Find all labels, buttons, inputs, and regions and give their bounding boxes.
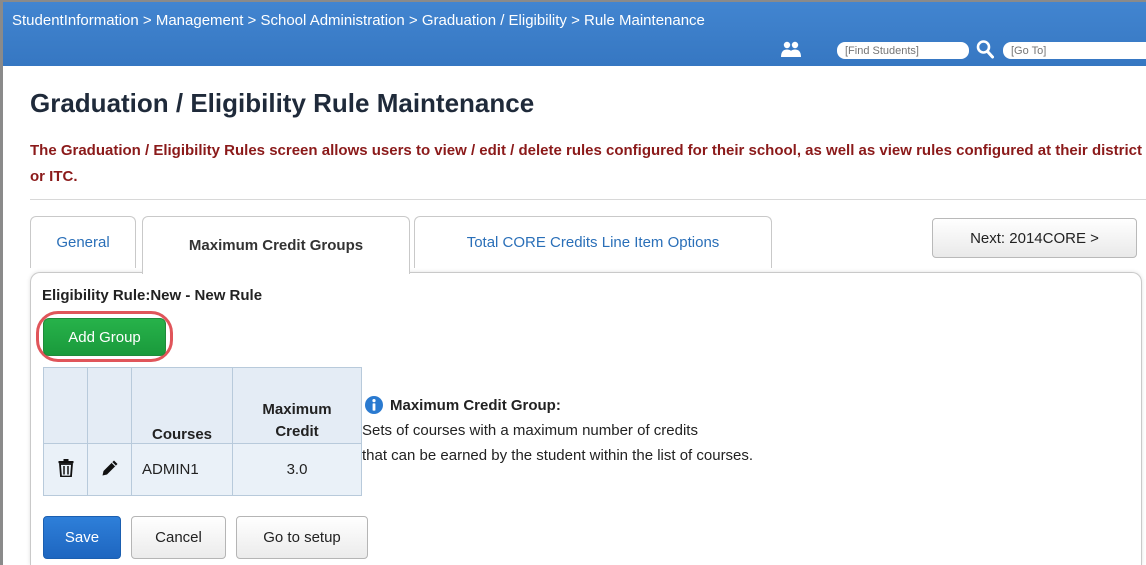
- save-button[interactable]: Save: [43, 516, 121, 559]
- table-header-row: Courses Maximum Credit: [43, 367, 362, 444]
- people-icon[interactable]: [781, 40, 801, 58]
- tab-general[interactable]: General: [30, 216, 136, 268]
- top-bar: StudentInformation > Management > School…: [3, 2, 1146, 66]
- info-title: Maximum Credit Group:: [390, 397, 561, 414]
- pencil-icon[interactable]: [101, 459, 119, 477]
- info-text-line1: Sets of courses with a maximum number of…: [362, 422, 698, 439]
- edit-cell: [87, 443, 132, 496]
- tab-total-core-credits-line-item-options[interactable]: Total CORE Credits Line Item Options: [414, 216, 772, 268]
- info-text-line2: that can be earned by the student within…: [362, 447, 754, 464]
- breadcrumb[interactable]: StudentInformation > Management > School…: [12, 12, 705, 29]
- maximum-credit-header-line2: Credit: [275, 423, 319, 440]
- maximum-credit-cell: 3.0: [232, 443, 362, 496]
- go-to-setup-button[interactable]: Go to setup: [236, 516, 368, 559]
- go-to-input[interactable]: [1003, 42, 1146, 59]
- maximum-credit-groups-table: Courses Maximum Credit ADMIN1 3.0: [43, 367, 362, 496]
- search-icon[interactable]: [976, 39, 994, 59]
- next-button[interactable]: Next: 2014CORE >: [932, 218, 1137, 258]
- add-group-button[interactable]: Add Group: [43, 318, 166, 356]
- tab-maximum-credit-groups[interactable]: Maximum Credit Groups: [142, 216, 410, 274]
- trash-icon[interactable]: [58, 458, 74, 477]
- maximum-credit-column-header: Maximum Credit: [232, 367, 362, 444]
- eligibility-rule-value: New - New Rule: [150, 287, 263, 304]
- cancel-button[interactable]: Cancel: [131, 516, 226, 559]
- edit-column-header: [87, 367, 132, 444]
- window-border-left: [0, 0, 3, 565]
- courses-column-header: Courses: [131, 367, 233, 444]
- eligibility-rule-label: Eligibility Rule:New - New Rule: [42, 287, 262, 304]
- find-students-input[interactable]: [837, 42, 969, 59]
- page-title: Graduation / Eligibility Rule Maintenanc…: [30, 88, 535, 118]
- table-row: ADMIN1 3.0: [43, 443, 362, 496]
- delete-cell: [43, 443, 88, 496]
- info-icon: [365, 396, 383, 414]
- delete-column-header: [43, 367, 88, 444]
- maximum-credit-header-line1: Maximum: [262, 401, 332, 418]
- eligibility-rule-prefix: Eligibility Rule:: [42, 287, 151, 304]
- divider: [30, 199, 1146, 200]
- courses-cell: ADMIN1: [131, 443, 233, 496]
- page-description: The Graduation / Eligibility Rules scree…: [30, 142, 1142, 185]
